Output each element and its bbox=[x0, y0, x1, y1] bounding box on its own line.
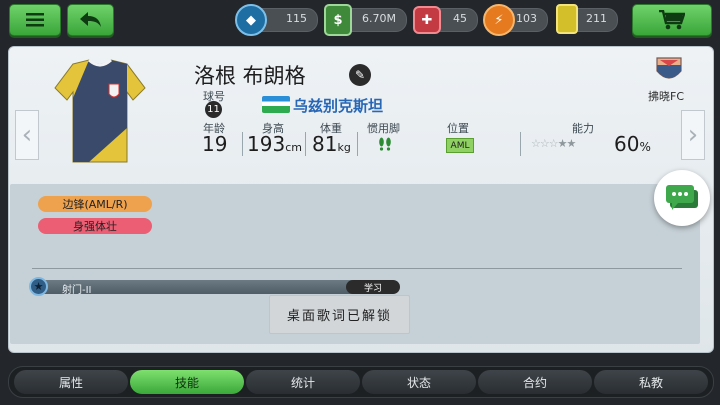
player-country: 乌兹别克斯坦 bbox=[293, 97, 384, 115]
diamond-icon: ◆ bbox=[235, 4, 267, 36]
height-unit: cm bbox=[285, 141, 302, 154]
medkit-icon: ✚ bbox=[413, 6, 441, 34]
weight-unit: kg bbox=[337, 141, 351, 154]
cards-value: 211 bbox=[586, 12, 607, 25]
lightning-icon: ⚡ bbox=[483, 4, 515, 36]
star-empty: ☆☆☆ bbox=[531, 137, 559, 150]
position-badge: AML bbox=[446, 138, 474, 153]
ability-label: 能力 bbox=[572, 122, 594, 135]
resource-medical[interactable]: ✚ 45 bbox=[413, 6, 478, 34]
stat-divider bbox=[242, 132, 243, 156]
weight-stat: 81kg bbox=[312, 132, 351, 156]
divider-line bbox=[32, 268, 682, 269]
diamonds-value: 115 bbox=[286, 12, 307, 25]
foot-label: 惯用脚 bbox=[367, 122, 400, 135]
jersey-number: 11 bbox=[205, 101, 222, 118]
top-bar: ◆ 115 $ 6.70M ✚ 45 ⚡ 103 211 bbox=[0, 0, 720, 40]
stat-divider bbox=[305, 132, 306, 156]
height-stat: 193cm bbox=[247, 132, 302, 156]
chat-bubble-icon bbox=[666, 185, 698, 210]
ability-percent-value: 60 bbox=[614, 132, 640, 156]
hamburger-menu-icon bbox=[26, 13, 44, 27]
edit-name-button[interactable]: ✎ bbox=[349, 64, 371, 86]
resource-diamonds[interactable]: ◆ 115 bbox=[235, 4, 318, 36]
tab-stats[interactable]: 统计 bbox=[246, 370, 360, 394]
resource-energy[interactable]: ⚡ 103 bbox=[483, 4, 548, 36]
pencil-icon: ✎ bbox=[354, 68, 366, 82]
resource-cash[interactable]: $ 6.70M bbox=[324, 4, 407, 36]
club-badge-icon bbox=[656, 57, 682, 79]
tab-contract[interactable]: 合约 bbox=[478, 370, 592, 394]
energy-value: 103 bbox=[516, 12, 537, 25]
bottom-tab-bar: 属性 技能 统计 状态 合约 私教 bbox=[8, 366, 714, 398]
trait-badge[interactable]: 身强体壮 bbox=[38, 218, 152, 234]
footprint-icon bbox=[379, 137, 391, 151]
ability-percent: 60% bbox=[614, 132, 651, 156]
tab-status[interactable]: 状态 bbox=[362, 370, 476, 394]
tab-personal-coach[interactable]: 私教 bbox=[594, 370, 708, 394]
skill-star-icon: ★ bbox=[29, 277, 48, 296]
cash-value: 6.70M bbox=[362, 12, 396, 25]
trait-badge[interactable]: 边锋(AML/R) bbox=[38, 196, 152, 212]
medical-value: 45 bbox=[453, 12, 467, 25]
height-value: 193 bbox=[247, 132, 286, 156]
club-name: 拂晓FC bbox=[648, 90, 685, 103]
age-value: 19 bbox=[202, 132, 228, 156]
stat-divider bbox=[520, 132, 521, 156]
player-name: 洛根 布朗格 bbox=[194, 64, 306, 88]
ability-percent-unit: % bbox=[639, 140, 651, 154]
learn-skill-button[interactable]: 学习 bbox=[346, 280, 400, 294]
back-arrow-icon bbox=[79, 12, 101, 27]
cash-icon: $ bbox=[324, 4, 352, 36]
next-player-arrow[interactable]: › bbox=[681, 110, 705, 160]
tab-skills[interactable]: 技能 bbox=[130, 370, 244, 394]
star-filled: ★★ bbox=[557, 137, 577, 150]
toast-message: 桌面歌词已解锁 bbox=[269, 295, 410, 334]
chat-button[interactable] bbox=[654, 170, 710, 226]
ability-stars: ☆☆☆★★ bbox=[531, 137, 577, 150]
tab-attributes[interactable]: 属性 bbox=[14, 370, 128, 394]
uzbekistan-flag-icon bbox=[262, 96, 290, 113]
shop-button[interactable] bbox=[632, 4, 712, 36]
prev-player-arrow[interactable]: ‹ bbox=[15, 110, 39, 160]
menu-button[interactable] bbox=[9, 4, 61, 36]
back-button[interactable] bbox=[67, 4, 114, 36]
skill-name: 射门-II bbox=[62, 285, 92, 296]
card-icon bbox=[556, 4, 578, 34]
shopping-cart-icon bbox=[659, 10, 685, 30]
position-label: 位置 bbox=[447, 122, 469, 135]
weight-value: 81 bbox=[312, 132, 338, 156]
resource-cards[interactable]: 211 bbox=[556, 4, 618, 34]
stat-divider bbox=[357, 132, 358, 156]
player-jersey-image bbox=[54, 58, 146, 163]
